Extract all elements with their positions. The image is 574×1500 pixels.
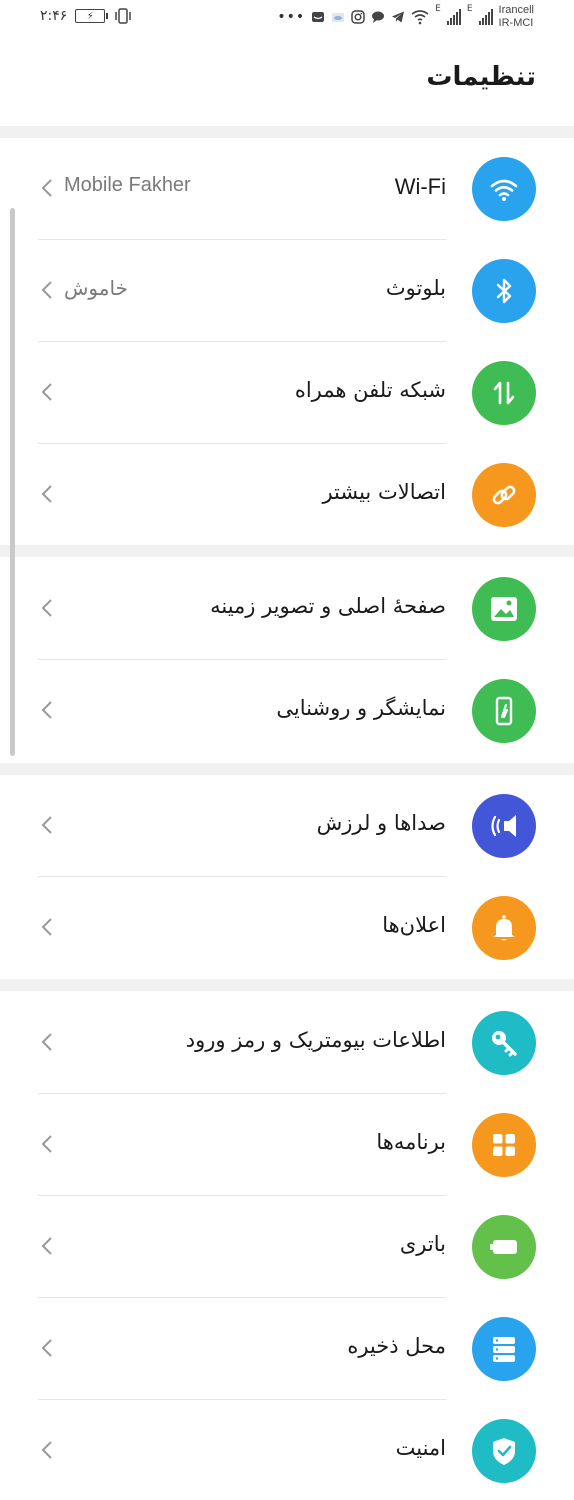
chevron-left-icon [41,179,52,197]
setting-label: برنامه‌ها [376,1130,446,1154]
bell-icon [472,896,536,960]
chevron-left-icon [41,918,52,936]
chevron-left-icon [41,1441,52,1459]
setting-row-bluetooth[interactable]: بلوتوث خاموش [0,240,574,342]
status-time: ۲:۴۶ [40,8,68,24]
chevron-left-icon [41,599,52,617]
carrier-names: Irancell IR-MCI [499,4,534,30]
setting-row-wifi[interactable]: Wi-Fi Mobile Fakher [0,138,574,240]
link-icon [472,463,536,527]
setting-row-more-connections[interactable]: اتصالات بیشتر [0,444,574,546]
storage-icon [472,1317,536,1381]
chevron-left-icon [41,1237,52,1255]
key-icon [472,1011,536,1075]
chevron-left-icon [41,701,52,719]
chevron-left-icon [41,281,52,299]
chevron-left-icon [41,383,52,401]
setting-row-storage[interactable]: محل ذخیره [0,1298,574,1400]
battery-setting-icon [472,1215,536,1279]
status-bar: ۲:۴۶ ⚡ ••• E E Irancell IR-MCI [0,0,574,40]
setting-label: Wi-Fi [394,174,446,199]
telegram-icon [392,11,405,23]
chevron-left-icon [41,485,52,503]
chevron-left-icon [41,1135,52,1153]
setting-label: صفحهٔ اصلی و تصویر زمینه [210,594,446,618]
chevron-left-icon [41,816,52,834]
setting-row-notifications[interactable]: اعلان‌ها [0,877,574,979]
section-divider [0,763,574,775]
page-title: تنظیمات [426,62,536,92]
carrier-2: IR-MCI [498,17,534,29]
display-icon [472,679,536,743]
mobile-data-icon [472,361,536,425]
setting-label: امنیت [395,1436,446,1460]
wifi-icon [472,157,536,221]
status-right: ••• E E Irancell IR-MCI [277,4,534,30]
setting-row-sounds-vibration[interactable]: صداها و لرزش [0,775,574,877]
chevron-left-icon [41,1033,52,1051]
apps-grid-icon [472,1113,536,1177]
signal-icon [478,9,493,25]
status-left: ۲:۴۶ ⚡ [40,8,133,24]
setting-row-display-brightness[interactable]: نمایشگر و روشنایی [0,660,574,762]
signal-icon [446,9,461,25]
network-type-2: E [466,4,473,14]
setting-label: محل ذخیره [347,1334,446,1358]
setting-row-biometrics[interactable]: اطلاعات بیومتریک و رمز ورود [0,992,574,1094]
setting-row-apps[interactable]: برنامه‌ها [0,1094,574,1196]
shield-check-icon [472,1419,536,1483]
setting-row-mobile-network[interactable]: شبکه تلفن همراه [0,342,574,444]
cloud-icon [332,13,345,22]
vibrate-icon [115,8,132,24]
section-divider [0,126,574,138]
image-icon [472,577,536,641]
setting-value: Mobile Fakher [64,174,191,196]
message-icon [312,12,325,22]
wifi-icon [411,10,429,25]
setting-label: اطلاعات بیومتریک و رمز ورود [185,1028,446,1052]
setting-label: صداها و لرزش [316,811,446,835]
chevron-left-icon [41,1339,52,1357]
setting-row-battery[interactable]: باتری [0,1196,574,1298]
setting-label: بلوتوث [385,276,446,300]
section-divider [0,979,574,991]
setting-label: اتصالات بیشتر [322,480,446,504]
battery-icon: ⚡ [75,9,109,23]
setting-row-security[interactable]: امنیت [0,1400,574,1500]
network-type-1: E [435,4,441,14]
setting-label: باتری [399,1232,446,1256]
speaker-icon [472,794,536,858]
bluetooth-icon [472,259,536,323]
setting-row-home-wallpaper[interactable]: صفحهٔ اصلی و تصویر زمینه [0,558,574,660]
more-dots-icon: ••• [277,9,306,25]
chat-icon [372,11,385,23]
carrier-1: Irancell [498,4,534,16]
setting-value: خاموش [64,276,128,300]
setting-label: نمایشگر و روشنایی [276,696,446,720]
setting-label: شبکه تلفن همراه [294,378,446,402]
section-divider [0,545,574,557]
setting-label: اعلان‌ها [382,913,446,937]
instagram-icon [351,10,365,24]
